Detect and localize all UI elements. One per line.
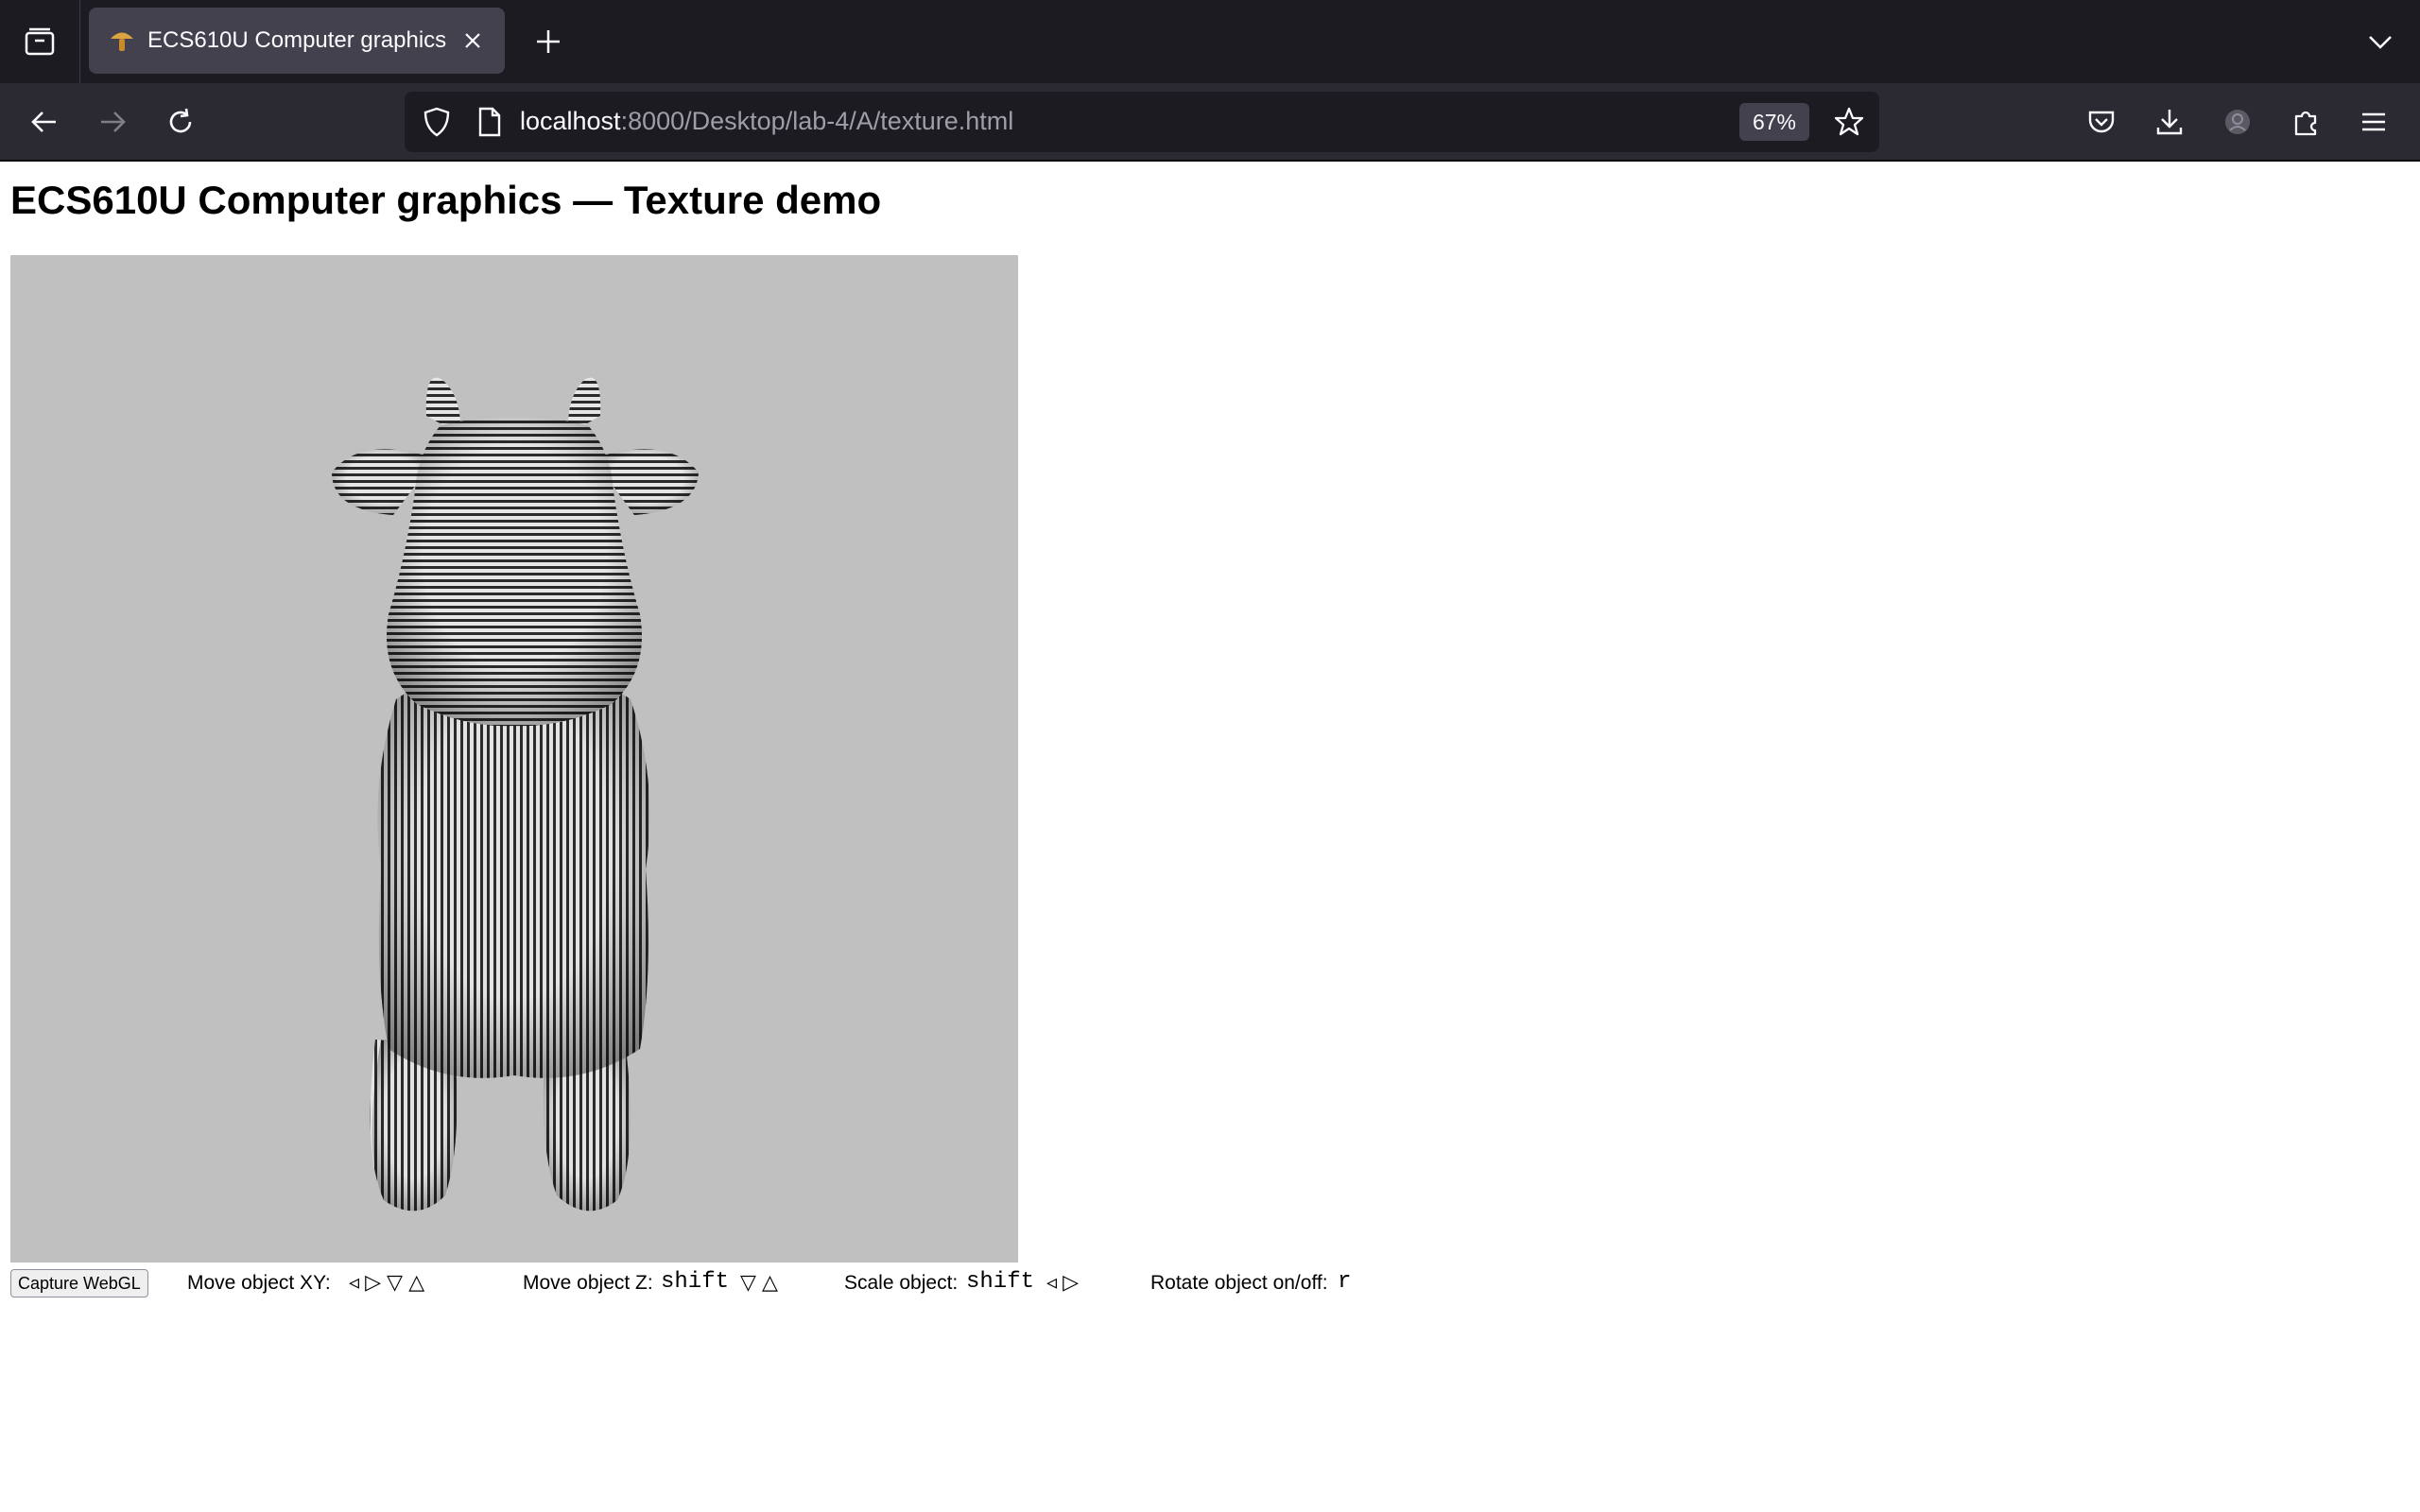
move-xy-label: Move object XY: xyxy=(187,1272,331,1294)
rotate-label: Rotate object on/off: xyxy=(1150,1272,1328,1294)
move-z-keys: ▽ △ xyxy=(740,1270,778,1294)
tab-overview-button[interactable] xyxy=(0,0,80,83)
plus-icon xyxy=(537,30,560,53)
move-z-shift-key: shift xyxy=(661,1269,730,1295)
star-icon xyxy=(1834,107,1864,136)
scale-label: Scale object: xyxy=(844,1272,959,1294)
webgl-canvas[interactable] xyxy=(10,255,1018,1263)
capture-webgl-button[interactable]: Capture WebGL xyxy=(10,1269,148,1297)
page-title: ECS610U Computer graphics — Texture demo xyxy=(10,178,882,222)
move-z-label: Move object Z: xyxy=(523,1272,653,1294)
rotate-key: r xyxy=(1338,1269,1352,1295)
url-text[interactable]: localhost:8000/Desktop/lab-4/A/texture.h… xyxy=(520,107,1013,136)
back-arrow-icon xyxy=(31,112,56,132)
chevron-down-icon xyxy=(2369,36,2392,49)
new-tab-button[interactable] xyxy=(527,21,569,62)
downloads-button[interactable] xyxy=(2146,98,2193,146)
mushroom-favicon-icon xyxy=(106,25,138,57)
pocket-button[interactable] xyxy=(2078,98,2125,146)
tracking-protection-shield-icon[interactable] xyxy=(418,103,456,141)
tab-overview-icon xyxy=(25,27,55,56)
controls-bar: Capture WebGL Move object XY: ◃ ▷ ▽ △ Mo… xyxy=(10,1268,1428,1298)
list-all-tabs-button[interactable] xyxy=(2360,21,2401,62)
tab-close-button[interactable] xyxy=(454,22,492,60)
pocket-icon xyxy=(2088,111,2115,133)
extensions-button[interactable] xyxy=(2282,98,2329,146)
scale-keys: ◃ ▷ xyxy=(1046,1270,1080,1294)
url-host: localhost xyxy=(520,107,621,135)
move-xy-keys: ◃ ▷ ▽ △ xyxy=(349,1270,425,1294)
tab-title: ECS610U Computer graphics xyxy=(147,27,447,53)
bookmark-star-button[interactable] xyxy=(1828,101,1870,143)
address-bar[interactable]: localhost:8000/Desktop/lab-4/A/texture.h… xyxy=(405,92,1879,152)
tab-active[interactable]: ECS610U Computer graphics xyxy=(89,8,505,74)
zoom-level-button[interactable]: 67% xyxy=(1739,103,1809,141)
navigation-toolbar: localhost:8000/Desktop/lab-4/A/texture.h… xyxy=(0,83,2420,162)
back-button[interactable] xyxy=(21,98,68,146)
url-path: :8000/Desktop/lab-4/A/texture.html xyxy=(620,107,1014,135)
forward-arrow-icon xyxy=(101,112,126,132)
reload-button[interactable] xyxy=(157,98,204,146)
account-button[interactable] xyxy=(2214,98,2261,146)
page-info-icon[interactable] xyxy=(471,103,509,141)
close-icon xyxy=(465,33,480,48)
tab-strip: ECS610U Computer graphics xyxy=(0,0,2420,83)
scale-shift-key: shift xyxy=(966,1269,1035,1295)
hamburger-menu-icon xyxy=(2362,112,2385,131)
download-icon xyxy=(2156,110,2183,135)
striped-cow-model xyxy=(332,377,699,1211)
puzzle-piece-icon xyxy=(2294,111,2317,136)
forward-button[interactable] xyxy=(89,98,136,146)
reload-icon xyxy=(169,108,192,133)
app-menu-button[interactable] xyxy=(2350,98,2397,146)
account-icon xyxy=(2225,110,2250,134)
